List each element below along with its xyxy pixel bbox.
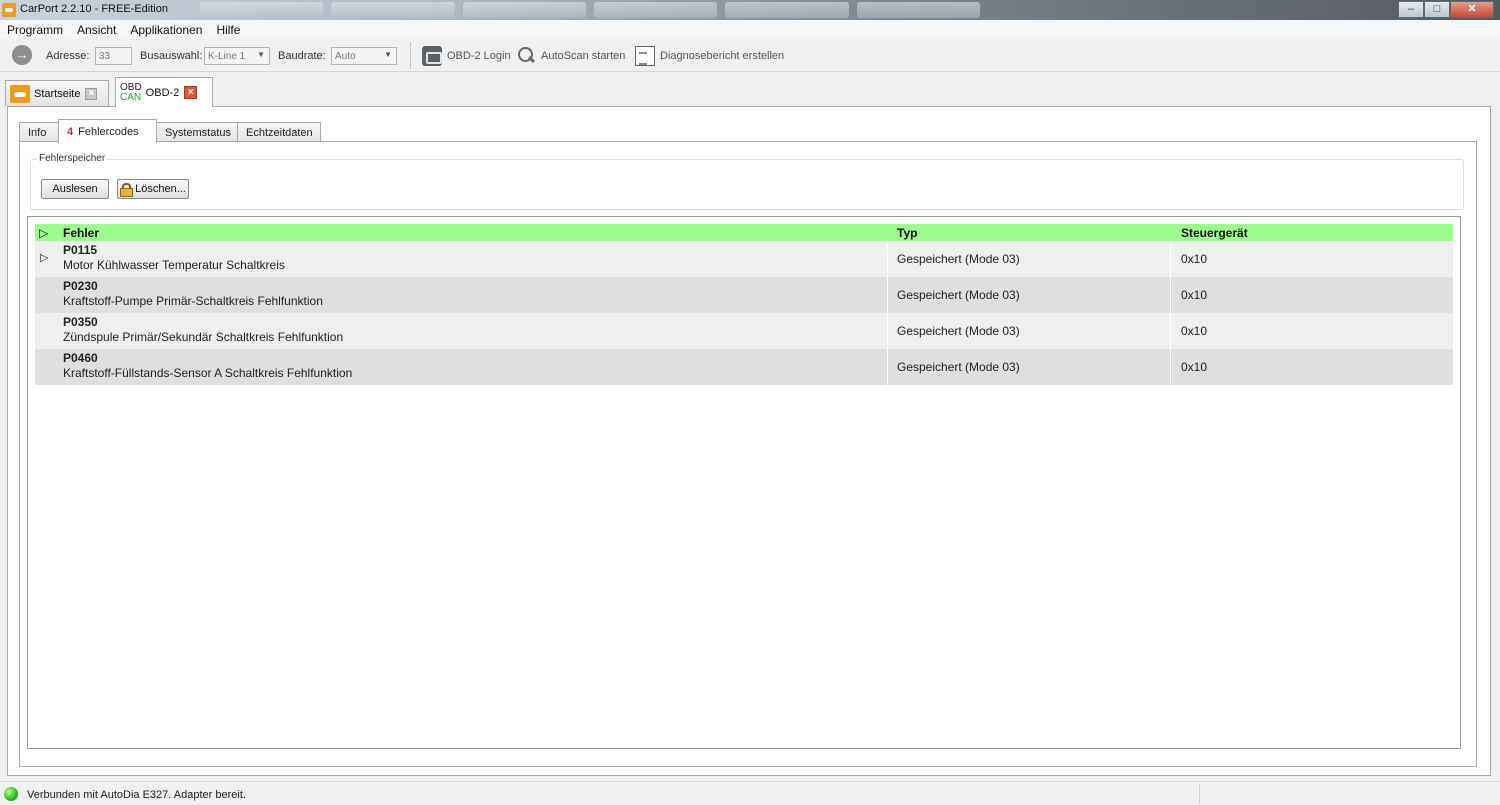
error-table-frame: ▷ Fehler Typ Steuergerät ▷ P0115 Motor K… <box>27 216 1461 749</box>
obd-login-label: OBD-2 Login <box>447 50 511 62</box>
report-button[interactable]: Diagnosebericht erstellen <box>635 44 784 68</box>
tab-obd2[interactable]: OBD CAN OBD-2 × <box>115 77 213 107</box>
magnifier-scan-icon <box>516 46 536 66</box>
connect-arrow-icon[interactable]: → <box>12 45 32 65</box>
fehler-code: P0460 <box>63 351 98 365</box>
fehler-cell: P0230 Kraftstoff-Pumpe Primär-Schaltkrei… <box>63 277 888 313</box>
fehler-cell: P0460 Kraftstoff-Füllstands-Sensor A Sch… <box>63 349 888 385</box>
table-row[interactable]: P0230 Kraftstoff-Pumpe Primär-Schaltkrei… <box>35 277 1453 313</box>
tab-fehlercodes-label: Fehlercodes <box>78 126 139 138</box>
column-fehler[interactable]: Fehler <box>63 224 888 241</box>
bus-label: Busauswahl: <box>140 50 203 62</box>
auslesen-label: Auslesen <box>52 183 98 195</box>
menu-ansicht[interactable]: Ansicht <box>77 23 116 37</box>
minimize-button[interactable]: – <box>1398 1 1424 18</box>
status-divider <box>1199 784 1200 804</box>
autoscan-button[interactable]: AutoScan starten <box>516 44 625 68</box>
menu-hilfe[interactable]: Hilfe <box>216 23 240 37</box>
menu-applikationen[interactable]: Applikationen <box>130 23 202 37</box>
car-icon <box>10 84 30 103</box>
error-table: ▷ Fehler Typ Steuergerät ▷ P0115 Motor K… <box>35 224 1453 385</box>
fehler-code: P0115 <box>63 243 98 257</box>
main-panel: Info 4 Fehlercodes Systemstatus Echtzeitd… <box>7 106 1491 776</box>
close-button[interactable]: ✕ <box>1450 1 1494 18</box>
document-report-icon <box>635 46 655 66</box>
auslesen-button[interactable]: Auslesen <box>41 179 109 199</box>
table-row[interactable]: P0350 Zündspule Primär/Sekundär Schaltkr… <box>35 313 1453 349</box>
tab-fehlercodes[interactable]: 4 Fehlercodes <box>58 119 157 143</box>
fehlercodes-panel: Fehlerspeicher Auslesen Löschen... ▷ Feh… <box>19 141 1477 767</box>
tab-systemstatus[interactable]: Systemstatus <box>156 122 238 142</box>
app-icon <box>2 3 16 17</box>
fehler-cell: P0115 Motor Kühlwasser Temperatur Schalt… <box>63 241 888 277</box>
obd-badge-top: OBD <box>120 81 142 93</box>
baud-select[interactable]: Auto ▼ <box>331 47 397 65</box>
close-tab-icon[interactable]: × <box>85 87 98 100</box>
table-row[interactable]: ▷ P0115 Motor Kühlwasser Temperatur Scha… <box>35 241 1453 277</box>
column-typ[interactable]: Typ <box>888 224 1171 241</box>
fehler-code: P0350 <box>63 315 98 329</box>
steuergeraet-cell: 0x10 <box>1181 360 1208 374</box>
status-bar: Verbunden mit AutoDia E327. Adapter bere… <box>0 781 1500 805</box>
expand-all-icon[interactable]: ▷ <box>35 224 63 241</box>
fehler-desc: Kraftstoff-Pumpe Primär-Schaltkreis Fehl… <box>63 294 323 308</box>
typ-cell: Gespeichert (Mode 03) <box>888 313 1171 349</box>
obd-login-button[interactable]: OBD-2 Login <box>422 44 511 68</box>
column-steuergeraet[interactable]: Steuergerät <box>1171 224 1453 241</box>
loeschen-button[interactable]: Löschen... <box>117 179 189 199</box>
menu-programm[interactable]: Programm <box>7 23 63 37</box>
lock-icon <box>120 183 134 197</box>
fehlerspeicher-group: Fehlerspeicher Auslesen Löschen... <box>30 153 1464 210</box>
table-row[interactable]: P0460 Kraftstoff-Füllstands-Sensor A Sch… <box>35 349 1453 385</box>
fehler-desc: Zündspule Primär/Sekundär Schaltkreis Fe… <box>63 330 344 344</box>
tab-info[interactable]: Info <box>19 122 59 142</box>
fehler-desc: Motor Kühlwasser Temperatur Schaltkreis <box>63 258 285 272</box>
autoscan-label: AutoScan starten <box>541 50 626 62</box>
address-label: Adresse: <box>46 50 90 62</box>
status-text: Verbunden mit AutoDia E327. Adapter bere… <box>27 789 246 801</box>
obd-can-icon: OBD CAN <box>120 81 142 103</box>
tab-startseite[interactable]: Startseite × <box>5 80 109 106</box>
fehler-code: P0230 <box>63 279 98 293</box>
toolbar-separator <box>410 43 412 69</box>
tab-obd2-label: OBD-2 <box>145 86 180 99</box>
chevron-down-icon: ▼ <box>384 50 392 59</box>
steuergeraet-cell: 0x10 <box>1181 288 1208 302</box>
loeschen-label: Löschen... <box>135 183 186 195</box>
fehler-cell: P0350 Zündspule Primär/Sekundär Schaltkr… <box>63 313 888 349</box>
table-header: ▷ Fehler Typ Steuergerät <box>35 224 1453 241</box>
window-controls: – □ ✕ <box>1398 1 1494 18</box>
steuergeraet-cell: 0x10 <box>1181 324 1208 338</box>
row-pointer-icon: ▷ <box>40 252 49 264</box>
chevron-down-icon: ▼ <box>257 50 265 59</box>
baud-label: Baudrate: <box>278 50 326 62</box>
maximize-button[interactable]: □ <box>1424 1 1450 18</box>
menu-bar: Programm Ansicht Applikationen Hilfe <box>0 20 1500 39</box>
obd-badge-bottom: CAN <box>120 91 142 103</box>
obd-connector-icon <box>422 46 442 66</box>
window-title: CarPort 2.2.10 - FREE-Edition <box>20 3 168 15</box>
group-legend: Fehlerspeicher <box>37 153 108 164</box>
fehler-desc: Kraftstoff-Füllstands-Sensor A Schaltkre… <box>63 366 353 380</box>
background-taskbar <box>200 2 980 18</box>
error-count-badge: 4 <box>67 126 74 138</box>
tab-startseite-label: Startseite <box>34 87 81 100</box>
bus-select[interactable]: K-Line 1 ▼ <box>204 47 270 65</box>
steuergeraet-cell: 0x10 <box>1181 252 1208 266</box>
typ-cell: Gespeichert (Mode 03) <box>888 349 1171 385</box>
address-input[interactable]: 33 <box>95 47 132 65</box>
tab-echtzeitdaten[interactable]: Echtzeitdaten <box>237 122 321 142</box>
typ-cell: Gespeichert (Mode 03) <box>888 241 1171 277</box>
title-bar: CarPort 2.2.10 - FREE-Edition – □ ✕ <box>0 0 1500 20</box>
report-label: Diagnosebericht erstellen <box>660 50 785 62</box>
baud-select-value: Auto <box>335 51 356 62</box>
typ-cell: Gespeichert (Mode 03) <box>888 277 1171 313</box>
connection-status-icon <box>4 787 18 801</box>
close-tab-icon[interactable]: × <box>184 86 198 99</box>
bus-select-value: K-Line 1 <box>208 51 246 62</box>
toolbar: → Adresse: 33 Busauswahl: K-Line 1 ▼ Bau… <box>0 39 1500 72</box>
